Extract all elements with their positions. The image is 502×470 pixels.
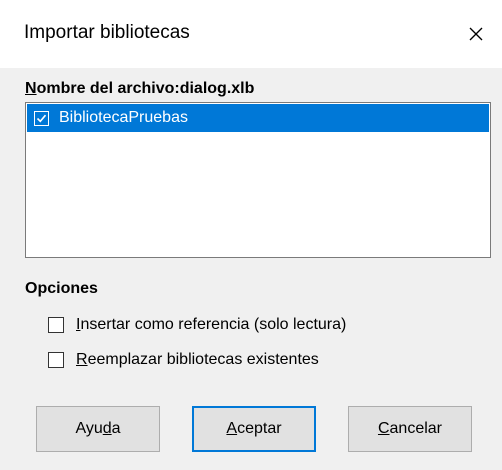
help-button[interactable]: Ayu d a <box>36 406 160 452</box>
replace-existing-label: Reemplazar bibliotecas existentes <box>76 351 319 369</box>
insert-as-reference-rest: nsertar como referencia (solo lectura) <box>80 316 347 333</box>
cancel-button[interactable]: Cancelar <box>348 406 472 452</box>
close-button[interactable] <box>450 0 502 68</box>
library-listbox[interactable]: BibliotecaPruebas <box>25 102 491 258</box>
library-name: BibliotecaPruebas <box>59 109 188 126</box>
help-label-post: a <box>111 420 121 437</box>
insert-as-reference-label: Insertar como referencia (solo lectura) <box>76 316 346 334</box>
options-label: Opciones <box>25 280 98 297</box>
file-name-label: Nombre del archivo:dialog.xlb <box>25 80 254 98</box>
close-icon <box>469 27 483 41</box>
file-name-label-accel: N <box>25 80 37 97</box>
list-item[interactable]: BibliotecaPruebas <box>27 104 489 132</box>
title-bar: Importar bibliotecas <box>0 0 502 68</box>
replace-existing-accel: R <box>76 351 88 368</box>
replace-existing-option[interactable]: Reemplazar bibliotecas existentes <box>48 349 319 371</box>
dialog-title: Importar bibliotecas <box>24 22 190 43</box>
insert-as-reference-checkbox[interactable] <box>48 317 64 333</box>
replace-existing-rest: eemplazar bibliotecas existentes <box>87 351 319 368</box>
ok-label-accel: A <box>226 420 238 437</box>
help-label-pre: Ayu <box>75 420 103 437</box>
help-label-accel: d <box>102 420 112 437</box>
replace-existing-checkbox[interactable] <box>48 352 64 368</box>
file-name-label-rest: ombre del archivo:dialog.xlb <box>36 80 255 97</box>
import-libraries-dialog: Importar bibliotecas Nombre del archivo:… <box>0 0 502 470</box>
insert-as-reference-option[interactable]: Insertar como referencia (solo lectura) <box>48 314 346 336</box>
checkmark-icon <box>36 114 47 122</box>
library-checkbox[interactable] <box>34 110 49 126</box>
ok-button[interactable]: Aceptar <box>192 406 316 452</box>
ok-label-rest: ceptar <box>237 420 282 437</box>
cancel-label-rest: ancelar <box>389 420 443 437</box>
cancel-label-accel: C <box>377 420 390 437</box>
